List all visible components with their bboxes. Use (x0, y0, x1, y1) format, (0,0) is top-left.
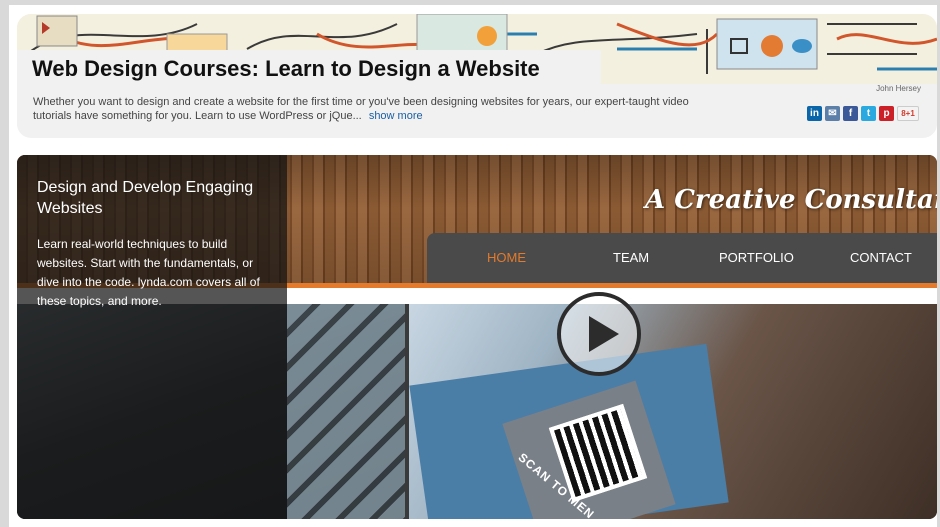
page-title: Web Design Courses: Learn to Design a We… (32, 56, 540, 81)
glass-ceiling (287, 304, 405, 519)
video-player[interactable]: A Creative Consultancy HOME TEAM PORTFOL… (17, 155, 937, 519)
twitter-icon[interactable]: t (861, 106, 876, 121)
nav-item-home: HOME (487, 250, 526, 265)
play-button[interactable] (557, 292, 641, 376)
page-frame: Web Design Courses: Learn to Design a We… (0, 0, 940, 527)
linkedin-icon[interactable]: in (807, 106, 822, 121)
nav-item-portfolio: PORTFOLIO (719, 250, 794, 265)
pinterest-icon[interactable]: p (879, 106, 894, 121)
course-description: Whether you want to design and create a … (33, 95, 723, 123)
menu-photo: SCAN TO MEN (409, 304, 937, 519)
nav-item-team: TEAM (613, 250, 650, 265)
description-text: Whether you want to design and create a … (33, 96, 689, 122)
site-logo-text: A Creative Consultancy (645, 185, 937, 215)
facebook-icon[interactable]: f (843, 106, 858, 121)
overlay-text: Learn real-world techniques to build web… (37, 237, 260, 308)
email-icon[interactable]: ✉ (825, 106, 840, 121)
author-credit: John Hersey (876, 84, 921, 93)
googleplus-icon[interactable]: 8+1 (897, 106, 919, 121)
course-overlay: Design and Develop Engaging Websites Lea… (17, 155, 287, 519)
nav-item-contact: CONTACT (850, 250, 912, 265)
share-bar: in ✉ f t p 8+1 (807, 106, 919, 121)
demo-site-nav: HOME TEAM PORTFOLIO CONTACT (427, 233, 937, 283)
show-more-link[interactable]: show more (369, 110, 423, 122)
play-icon (589, 316, 619, 352)
overlay-title: Design and Develop Engaging Websites (37, 179, 254, 217)
course-header: Web Design Courses: Learn to Design a We… (17, 14, 937, 138)
